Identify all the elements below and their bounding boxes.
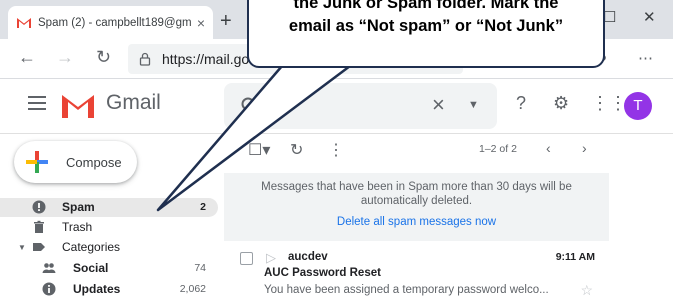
instruction-callout: the Junk or Spam folder. Mark the email …: [247, 0, 605, 68]
callout-line-2: email as “Not spam” or “Not Junk”: [288, 17, 564, 35]
callout-line-1: the Junk or Spam folder. Mark the: [293, 0, 559, 12]
